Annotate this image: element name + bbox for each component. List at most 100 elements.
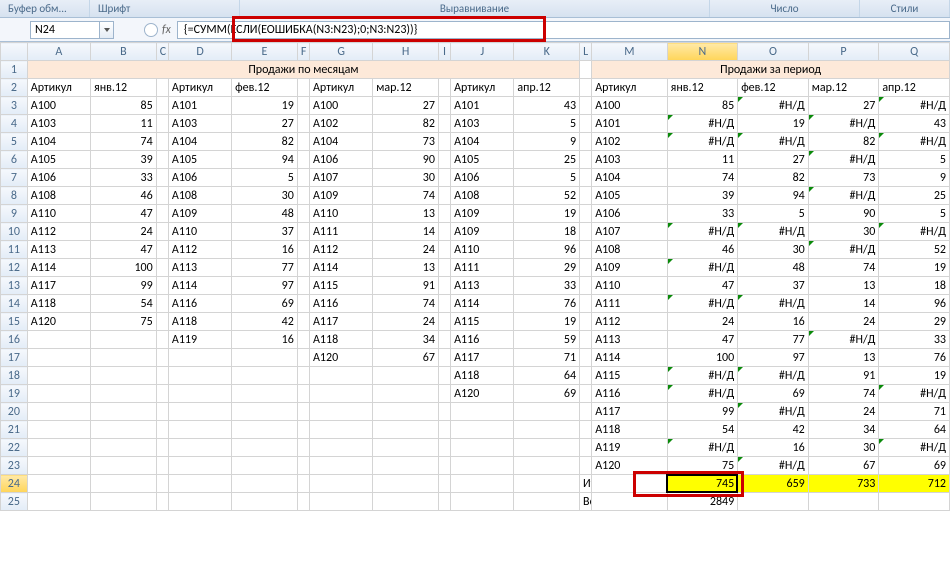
cell-C2[interactable]	[156, 79, 168, 97]
cell-D7[interactable]: A106	[168, 169, 231, 187]
cell-N13[interactable]: 47	[667, 277, 738, 295]
cell-G19[interactable]	[309, 385, 372, 403]
cell-C4[interactable]	[156, 115, 168, 133]
cell-B8[interactable]: 46	[91, 187, 157, 205]
cell-P12[interactable]: 74	[808, 259, 879, 277]
cell-A18[interactable]	[27, 367, 90, 385]
cell-I2[interactable]	[438, 79, 450, 97]
cell-E6[interactable]: 94	[232, 151, 298, 169]
cell-M17[interactable]: A114	[592, 349, 667, 367]
cell-Q21[interactable]: 64	[879, 421, 950, 439]
cell-A11[interactable]: A113	[27, 241, 90, 259]
cell-F10[interactable]	[297, 223, 309, 241]
cell-I15[interactable]	[438, 313, 450, 331]
row-header-20[interactable]: 20	[1, 403, 28, 421]
cell-N24[interactable]: 745	[667, 475, 738, 493]
cell-A1[interactable]: Продажи по месяцам	[27, 61, 579, 79]
cell-J6[interactable]: A105	[451, 151, 514, 169]
cell-C10[interactable]	[156, 223, 168, 241]
cell-O15[interactable]: 16	[738, 313, 809, 331]
cell-K17[interactable]: 71	[514, 349, 580, 367]
cell-O17[interactable]: 97	[738, 349, 809, 367]
cell-I11[interactable]	[438, 241, 450, 259]
cell-C15[interactable]	[156, 313, 168, 331]
cell-J17[interactable]: A117	[451, 349, 514, 367]
cell-N22[interactable]: #Н/Д	[667, 439, 738, 457]
cell-A14[interactable]: A118	[27, 295, 90, 313]
cell-N18[interactable]: #Н/Д	[667, 367, 738, 385]
cell-B22[interactable]	[91, 439, 157, 457]
row-header-12[interactable]: 12	[1, 259, 28, 277]
cell-Q25[interactable]	[879, 493, 950, 511]
cell-Q16[interactable]: 33	[879, 331, 950, 349]
cell-A15[interactable]: A120	[27, 313, 90, 331]
cell-B15[interactable]: 75	[91, 313, 157, 331]
cell-J15[interactable]: A115	[451, 313, 514, 331]
col-header-B[interactable]: B	[91, 43, 157, 61]
cell-D15[interactable]: A118	[168, 313, 231, 331]
cell-O21[interactable]: 42	[738, 421, 809, 439]
cell-E5[interactable]: 82	[232, 133, 298, 151]
cell-I23[interactable]	[438, 457, 450, 475]
name-box-dropdown[interactable]	[100, 21, 114, 39]
cell-F4[interactable]	[297, 115, 309, 133]
cell-O20[interactable]: #Н/Д	[738, 403, 809, 421]
row-header-2[interactable]: 2	[1, 79, 28, 97]
cell-P22[interactable]: 30	[808, 439, 879, 457]
cell-B23[interactable]	[91, 457, 157, 475]
cell-F16[interactable]	[297, 331, 309, 349]
cell-N21[interactable]: 54	[667, 421, 738, 439]
cell-C18[interactable]	[156, 367, 168, 385]
cell-K12[interactable]: 29	[514, 259, 580, 277]
cell-G11[interactable]: A112	[309, 241, 372, 259]
cell-L25[interactable]: Всего	[580, 493, 592, 511]
cell-L4[interactable]	[580, 115, 592, 133]
cell-K8[interactable]: 52	[514, 187, 580, 205]
cell-A8[interactable]: A108	[27, 187, 90, 205]
cell-P18[interactable]: 91	[808, 367, 879, 385]
cell-Q18[interactable]: 19	[879, 367, 950, 385]
cell-K19[interactable]: 69	[514, 385, 580, 403]
cell-L16[interactable]	[580, 331, 592, 349]
col-header-O[interactable]: O	[738, 43, 809, 61]
col-header-L[interactable]: L	[580, 43, 592, 61]
cell-L12[interactable]	[580, 259, 592, 277]
cell-H7[interactable]: 30	[373, 169, 439, 187]
cell-P17[interactable]: 13	[808, 349, 879, 367]
cell-I16[interactable]	[438, 331, 450, 349]
cell-D17[interactable]	[168, 349, 231, 367]
cell-H2[interactable]: мар.12	[373, 79, 439, 97]
cell-H24[interactable]	[373, 475, 439, 493]
cell-Q7[interactable]: 9	[879, 169, 950, 187]
cell-H11[interactable]: 24	[373, 241, 439, 259]
cell-E3[interactable]: 19	[232, 97, 298, 115]
cell-M25[interactable]	[592, 493, 667, 511]
cell-A20[interactable]	[27, 403, 90, 421]
cell-N12[interactable]: #Н/Д	[667, 259, 738, 277]
cell-Q3[interactable]: #Н/Д	[879, 97, 950, 115]
cell-D25[interactable]	[168, 493, 231, 511]
cell-I3[interactable]	[438, 97, 450, 115]
cell-G13[interactable]: A115	[309, 277, 372, 295]
cell-Q22[interactable]: #Н/Д	[879, 439, 950, 457]
cell-M18[interactable]: A115	[592, 367, 667, 385]
cell-B3[interactable]: 85	[91, 97, 157, 115]
cell-B6[interactable]: 39	[91, 151, 157, 169]
cell-D23[interactable]	[168, 457, 231, 475]
cell-C5[interactable]	[156, 133, 168, 151]
cell-A21[interactable]	[27, 421, 90, 439]
cell-E19[interactable]	[232, 385, 298, 403]
cell-I25[interactable]	[438, 493, 450, 511]
cell-J22[interactable]	[451, 439, 514, 457]
cell-N11[interactable]: 46	[667, 241, 738, 259]
cell-F19[interactable]	[297, 385, 309, 403]
cell-F3[interactable]	[297, 97, 309, 115]
cell-C16[interactable]	[156, 331, 168, 349]
cell-P25[interactable]	[808, 493, 879, 511]
cell-B12[interactable]: 100	[91, 259, 157, 277]
col-header-C[interactable]: C	[156, 43, 168, 61]
cell-F11[interactable]	[297, 241, 309, 259]
cell-K25[interactable]	[514, 493, 580, 511]
cell-P21[interactable]: 34	[808, 421, 879, 439]
cell-I24[interactable]	[438, 475, 450, 493]
